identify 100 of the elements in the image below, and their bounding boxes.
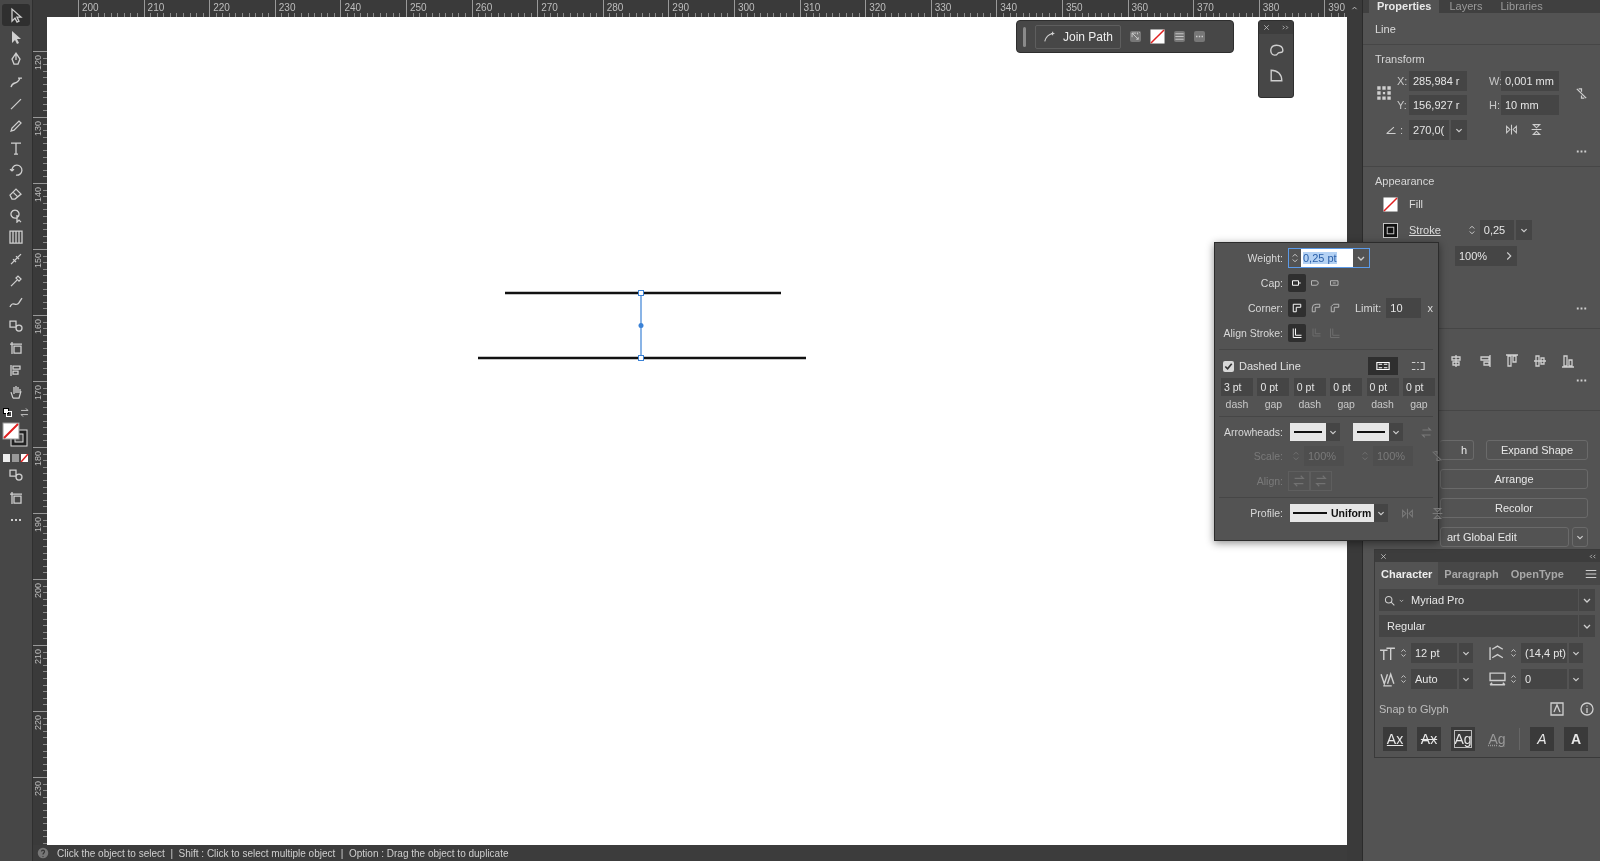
dropdown-icon[interactable] (1459, 643, 1473, 663)
dash-field[interactable]: 0 pt (1402, 378, 1435, 396)
ruler-label: 170 (33, 385, 43, 401)
info-icon[interactable] (1579, 701, 1595, 717)
panel-tab[interactable]: Character (1375, 562, 1439, 585)
action-button[interactable]: Recolor (1440, 498, 1588, 518)
leading-icon (1489, 644, 1506, 662)
kerning-icon (1379, 670, 1396, 688)
dropdown-icon[interactable] (1515, 220, 1532, 240)
value-field[interactable]: 0,001 mm (1501, 71, 1559, 91)
collapse-icon[interactable] (1588, 551, 1597, 561)
dash-field[interactable]: 0 pt (1257, 378, 1290, 396)
ruler-label: 160 (33, 319, 43, 335)
checkbox[interactable] (1223, 360, 1234, 372)
align-center-icon[interactable] (1448, 353, 1464, 369)
dropdown-icon[interactable] (1326, 423, 1340, 441)
value-field[interactable]: 10 mm (1501, 95, 1559, 115)
snap-toggle[interactable]: Ax (1383, 727, 1407, 751)
flip-vertical-icon[interactable] (1431, 506, 1445, 520)
field-label: Corner: (1247, 301, 1283, 314)
snap-toggle[interactable]: A (1530, 727, 1554, 751)
menu-icon[interactable] (1174, 31, 1186, 42)
stroke-swatch-icon[interactable] (1383, 222, 1398, 238)
no-fill-swatch-icon[interactable] (1150, 29, 1166, 44)
close-icon[interactable] (1379, 551, 1388, 561)
dropdown-icon[interactable] (1451, 119, 1467, 140)
leading-field[interactable]: (14,4 pt) (1521, 643, 1567, 663)
font-family-field[interactable]: Myriad Pro (1379, 589, 1578, 611)
glyph-guide-icon[interactable] (1549, 701, 1565, 717)
align-middle-icon[interactable] (1532, 353, 1548, 369)
help-icon[interactable] (37, 847, 49, 859)
dropdown-icon[interactable] (1572, 527, 1588, 547)
field-caption: gap (1409, 397, 1429, 412)
profile-dropdown[interactable]: Uniform (1290, 504, 1375, 522)
dash-field[interactable]: 0 pt (1330, 378, 1363, 396)
field-caption: dash (1370, 397, 1395, 412)
object-type: Line (1375, 22, 1396, 35)
field-label: Y: (1397, 99, 1408, 111)
cursor-sparkle-icon[interactable] (1130, 31, 1142, 42)
dropdown-icon[interactable] (1389, 423, 1403, 441)
expand-icon[interactable] (1281, 23, 1290, 32)
no-fill-swatch-icon[interactable] (1383, 196, 1398, 212)
butt-cap-icon[interactable] (1288, 273, 1306, 292)
field-label: Align Stroke: (1222, 326, 1283, 339)
angle-field[interactable]: 270,0( (1409, 119, 1449, 140)
align-stroke-center-icon[interactable] (1288, 323, 1306, 342)
dropdown-icon[interactable] (1569, 643, 1583, 663)
fill-stroke-swatch[interactable] (2, 422, 30, 449)
dropdown-icon[interactable] (1579, 615, 1595, 637)
gradient-shape-icon[interactable] (1267, 67, 1285, 84)
stroke-link[interactable]: Stroke (1409, 224, 1441, 236)
align-bottom-icon[interactable] (1560, 353, 1576, 369)
panel-tab[interactable]: Properties (1369, 0, 1440, 13)
arrowhead-dropdown[interactable] (1353, 423, 1389, 441)
field-label: Profile: (1249, 507, 1283, 519)
miter-join-icon[interactable] (1288, 298, 1306, 317)
arrowhead-dropdown[interactable] (1290, 423, 1326, 441)
action-button[interactable]: art Global Edit (1440, 527, 1569, 547)
align-top-icon[interactable] (1504, 353, 1520, 369)
dash-field[interactable]: 0 pt (1293, 378, 1326, 396)
reference-point-icon[interactable] (1375, 84, 1393, 102)
tracking-field[interactable]: 0 (1521, 669, 1567, 689)
snap-toggle[interactable]: Ax (1417, 727, 1441, 751)
action-button[interactable]: Expand Shape (1486, 440, 1588, 460)
kerning-field[interactable]: Auto (1411, 669, 1457, 689)
stroke-weight-field[interactable]: 0,25 (1479, 220, 1514, 240)
color-modes-icon[interactable] (3, 454, 29, 463)
path-line[interactable] (478, 356, 806, 360)
font-size-field[interactable]: 12 pt (1411, 643, 1457, 663)
chevron-right-icon[interactable] (1501, 246, 1517, 266)
dropdown-icon[interactable] (1569, 669, 1583, 689)
opacity-field[interactable]: 100% (1455, 246, 1501, 266)
link-icon[interactable] (1574, 85, 1589, 101)
field-label: Limit: (1355, 301, 1382, 314)
path-line[interactable] (505, 291, 781, 295)
ruler-label: 210 (33, 649, 43, 665)
ruler-label: 130 (33, 121, 43, 137)
join-path-button[interactable]: Join Path (1035, 24, 1122, 49)
value-field[interactable]: 156,927 r (1409, 95, 1467, 115)
grip-handle[interactable] (1023, 26, 1026, 47)
snap-toggle[interactable]: Ag (1451, 727, 1475, 751)
close-icon[interactable] (1262, 23, 1271, 32)
action-button[interactable]: h (1440, 440, 1474, 460)
dropdown-icon[interactable] (1374, 504, 1389, 522)
dash-corners-icon[interactable] (1368, 357, 1398, 375)
dash-field[interactable]: 3 pt (1221, 378, 1253, 396)
swap-icon[interactable] (18, 407, 30, 419)
action-button[interactable]: Arrange (1440, 469, 1588, 489)
default-colors-icon[interactable] (2, 407, 13, 418)
value-field[interactable]: 285,984 r (1409, 71, 1467, 91)
more-icon[interactable] (1194, 31, 1206, 42)
dropdown-icon[interactable] (1459, 669, 1473, 689)
palette-icon[interactable] (1267, 42, 1285, 59)
dash-field[interactable]: 0 pt (1366, 378, 1399, 396)
section-title: Snap to Glyph (1379, 703, 1450, 715)
snap-toggle[interactable]: A (1564, 727, 1588, 751)
selected-path[interactable] (638, 290, 644, 361)
dropdown-icon[interactable] (1579, 589, 1595, 611)
font-style-field[interactable]: Regular (1379, 615, 1578, 637)
limit-field[interactable]: 10 (1386, 297, 1421, 318)
